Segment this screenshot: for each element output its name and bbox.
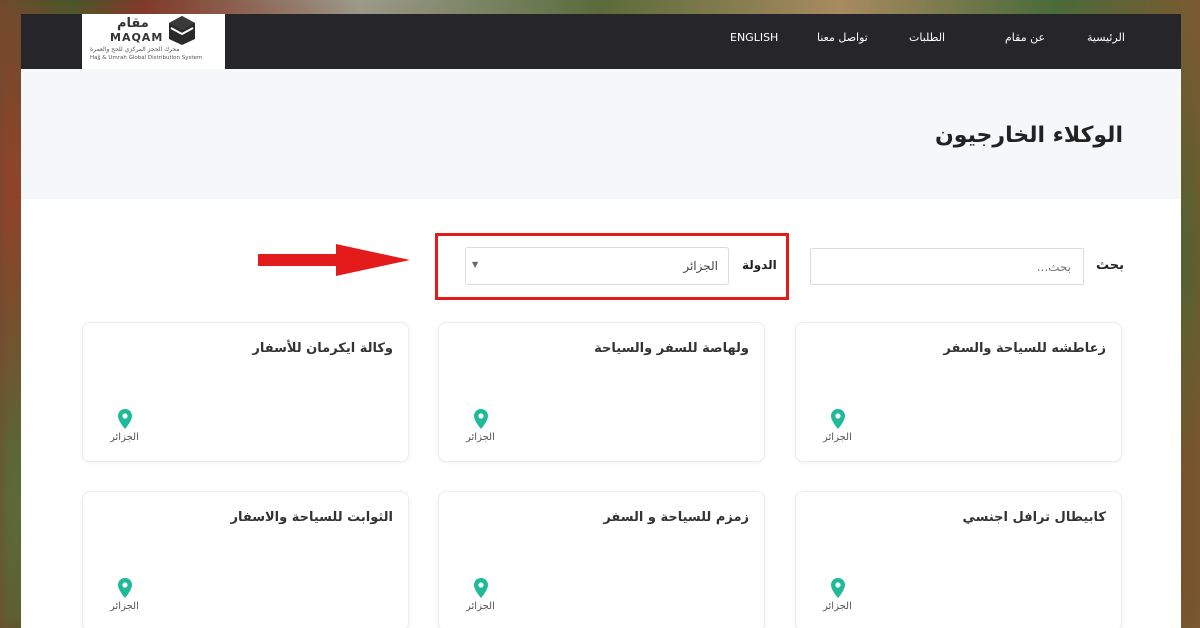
logo-subtitle-arabic: محرك الحجز المركزي للحج والعمرة xyxy=(90,46,180,53)
location-pin-icon xyxy=(831,578,845,598)
country-select-value: الجزائر xyxy=(683,259,718,273)
agent-country: الجزائر xyxy=(110,601,139,612)
agent-name: زعاطشه للسياحة والسفر xyxy=(943,341,1106,356)
agent-card[interactable]: ولهاصة للسفر والسياحة الجزائر xyxy=(438,322,765,462)
agent-country: الجزائر xyxy=(110,432,139,443)
agent-card[interactable]: الثوابت للسياحة والاسفار الجزائر xyxy=(82,491,409,628)
agent-card[interactable]: زمزم للسياحة و السفر الجزائر xyxy=(438,491,765,628)
logo-subtitle-english: Hajj & Umrah Global Distribution System xyxy=(90,55,203,61)
agent-name: الثوابت للسياحة والاسفار xyxy=(230,510,393,525)
red-arrow-icon xyxy=(258,244,410,276)
country-select[interactable]: الجزائر ▼ xyxy=(465,247,729,285)
location-pin-icon xyxy=(474,578,488,598)
nav-home[interactable]: الرئيسية xyxy=(1087,31,1125,44)
agent-country: الجزائر xyxy=(466,432,495,443)
country-label: الدولة xyxy=(742,258,777,272)
page-title: الوكلاء الخارجيون xyxy=(935,123,1123,148)
agent-name: كابيطال ترافل اجنسي xyxy=(962,510,1106,525)
agent-country: الجزائر xyxy=(466,601,495,612)
nav-requests[interactable]: الطلبات xyxy=(909,31,945,44)
agent-name: زمزم للسياحة و السفر xyxy=(603,510,749,525)
agent-name: ولهاصة للسفر والسياحة xyxy=(594,341,749,356)
location-pin-icon xyxy=(118,578,132,598)
page-header: الوكلاء الخارجيون xyxy=(21,69,1181,199)
location-pin-icon xyxy=(118,409,132,429)
agent-country: الجزائر xyxy=(823,601,852,612)
location-pin-icon xyxy=(831,409,845,429)
agent-card[interactable]: وكالة ايكرمان للأسفار الجزائر xyxy=(82,322,409,462)
logo-arabic-text: مقام xyxy=(117,16,149,31)
nav-contact[interactable]: تواصل معنا xyxy=(817,31,868,44)
browser-page: الرئيسية عن مقام الطلبات تواصل معنا ENGL… xyxy=(21,14,1181,628)
nav-english[interactable]: ENGLISH xyxy=(730,31,778,44)
search-label: بحث xyxy=(1096,258,1125,273)
chevron-down-icon: ▼ xyxy=(472,260,479,269)
agent-card[interactable]: زعاطشه للسياحة والسفر الجزائر xyxy=(795,322,1122,462)
agent-country: الجزائر xyxy=(823,432,852,443)
logo-english-text: MAQAM xyxy=(110,31,164,44)
agent-name: وكالة ايكرمان للأسفار xyxy=(252,341,393,356)
nav-about[interactable]: عن مقام xyxy=(1005,31,1045,44)
search-input[interactable] xyxy=(810,248,1084,285)
location-pin-icon xyxy=(474,409,488,429)
kaaba-icon xyxy=(169,16,195,45)
agent-card[interactable]: كابيطال ترافل اجنسي الجزائر xyxy=(795,491,1122,628)
